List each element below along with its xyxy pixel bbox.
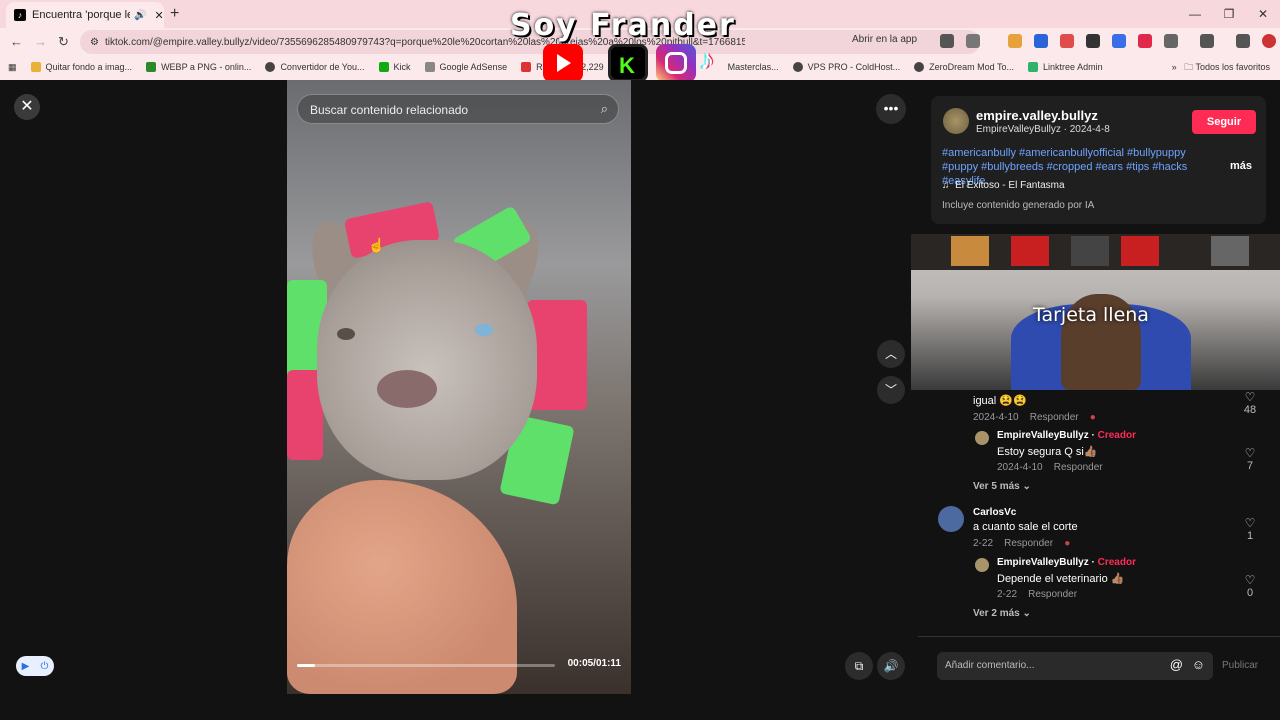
follow-button[interactable]: Seguir	[1192, 110, 1256, 134]
divider	[918, 636, 1280, 637]
reply-button[interactable]: Responder	[1054, 462, 1103, 473]
bookmark-item[interactable]: Quitar fondo a imag...	[30, 62, 132, 72]
star-icon[interactable]	[966, 34, 980, 48]
like-button[interactable]: ♡ 0	[1240, 573, 1260, 599]
more-link[interactable]: más	[1230, 160, 1252, 172]
volume-icon[interactable]: 🔊	[877, 652, 905, 680]
bookmark-item[interactable]: Convertidor de You...	[265, 62, 365, 72]
apps-grid-icon[interactable]: ▦	[8, 62, 17, 73]
post-subline: EmpireValleyBullyz · 2024-4-8	[976, 124, 1110, 135]
reply-button[interactable]: Responder	[1030, 412, 1079, 423]
power-icon: ⏻	[40, 660, 49, 672]
previous-video-icon[interactable]: ︿	[877, 340, 905, 368]
video-time: 00:05/01:11	[567, 658, 621, 669]
bookmark-item[interactable]: WEBP a PNG - onlin...	[146, 62, 251, 72]
instagram-logo-icon	[656, 44, 696, 82]
extension-icons: ⋮	[940, 34, 1280, 48]
window-close-icon[interactable]: ✕	[1246, 0, 1280, 28]
extension-icon[interactable]	[1008, 34, 1022, 48]
close-icon[interactable]: ✕	[14, 94, 40, 120]
webcam-overlay: Tarjeta llena	[911, 234, 1280, 390]
browser-tab[interactable]: ♪ Encuentra 'porque le corta 🔊 ✕	[6, 2, 164, 28]
all-bookmarks-folder[interactable]: » 🗀 Todos los favoritos	[1172, 57, 1270, 77]
forward-icon[interactable]: →	[34, 34, 47, 49]
publish-button[interactable]: Publicar	[1222, 660, 1258, 671]
tab-close-icon[interactable]: ✕	[154, 9, 163, 22]
speaker-icon[interactable]: 🔊	[134, 10, 146, 21]
avatar[interactable]	[975, 558, 989, 572]
video-frame	[377, 370, 437, 408]
more-options-icon[interactable]: •••	[876, 94, 906, 124]
reading-list-icon[interactable]	[1200, 34, 1214, 48]
tiktok-video-page: ✕ Buscar contenido relacionado ⌕ 00:05/0…	[0, 80, 1280, 694]
youtube-logo-icon	[543, 44, 583, 82]
extension-icon[interactable]	[1034, 34, 1048, 48]
extension-icon[interactable]	[1112, 34, 1126, 48]
new-tab-button[interactable]: +	[170, 5, 179, 23]
extension-icon[interactable]	[1138, 34, 1152, 48]
reply-button[interactable]: Responder	[1028, 589, 1077, 600]
extension-icon[interactable]	[1086, 34, 1100, 48]
comments-list: igual 😫😫 2024-4-10 Responder ● ♡ 48 Empir…	[918, 390, 1280, 636]
site-info-icon[interactable]: ⚙	[90, 37, 99, 48]
restore-icon[interactable]: ❐	[1212, 0, 1246, 28]
tiktok-logo-icon: ♪	[700, 44, 714, 75]
bookmark-item[interactable]: Masterclas...	[728, 62, 779, 72]
bookmark-item[interactable]: VPS PRO - ColdHost...	[792, 62, 900, 72]
media-icon[interactable]	[1236, 34, 1250, 48]
view-more-replies[interactable]: Ver 5 más ⌄	[973, 481, 1031, 492]
tiktok-favicon-icon: ♪	[14, 9, 26, 21]
music-info[interactable]: ♫ El Exitoso - El Fantasma	[942, 180, 1065, 191]
bookmark-item[interactable]: ZeroDream Mod To...	[914, 62, 1014, 72]
minimize-icon[interactable]: —	[1178, 0, 1212, 28]
mention-icon[interactable]: @	[1170, 657, 1183, 672]
related-search-input[interactable]: Buscar contenido relacionado ⌕	[297, 94, 619, 124]
bookmark-item[interactable]: Kick	[378, 62, 411, 72]
gift-icon[interactable]: ●	[1090, 412, 1096, 423]
translate-icon[interactable]	[940, 34, 954, 48]
next-video-icon[interactable]: ﹀	[877, 376, 905, 404]
video-player[interactable]: Buscar contenido relacionado ⌕ 00:05/01:…	[287, 80, 631, 694]
kick-logo-icon: K	[608, 44, 648, 82]
search-icon[interactable]: ⌕	[601, 101, 608, 117]
video-progress-fill	[297, 664, 316, 667]
ai-notice: Incluye contenido generado por IA	[942, 200, 1095, 211]
like-button[interactable]: ♡ 48	[1240, 390, 1260, 416]
reply-button[interactable]: Responder	[1004, 538, 1053, 549]
play-icon: ▶	[21, 660, 30, 672]
comment-input[interactable]: Añadir comentario... @ ☺	[937, 652, 1213, 680]
video-frame	[317, 240, 537, 480]
avatar[interactable]	[943, 108, 969, 134]
like-button[interactable]: ♡ 7	[1240, 446, 1260, 472]
emoji-icon[interactable]: ☺	[1192, 657, 1205, 672]
open-in-app-button[interactable]: Abrir en la app	[852, 34, 917, 45]
profile-avatar[interactable]	[1262, 34, 1276, 48]
video-progress-bar[interactable]	[297, 664, 555, 667]
view-more-replies[interactable]: Ver 2 más ⌄	[973, 608, 1031, 619]
back-icon[interactable]: ←	[10, 34, 23, 49]
gift-icon[interactable]: ●	[1064, 538, 1070, 549]
avatar[interactable]	[975, 431, 989, 445]
post-info-card: empire.valley.bullyz EmpireValleyBullyz …	[931, 96, 1266, 224]
extension-badge[interactable]: ▶ ⏻	[16, 656, 54, 676]
video-frame	[475, 324, 493, 336]
like-button[interactable]: ♡ 1	[1240, 516, 1260, 542]
webcam-caption: Tarjeta llena	[1033, 304, 1149, 326]
avatar[interactable]	[938, 506, 964, 532]
pip-icon[interactable]: ⧉	[845, 652, 873, 680]
puzzle-icon[interactable]	[1164, 34, 1178, 48]
tab-title: Encuentra 'porque le corta	[32, 9, 130, 21]
streamer-title: Soy Frander	[510, 8, 736, 43]
reload-icon[interactable]: ↻	[58, 34, 69, 50]
extension-icon[interactable]	[1060, 34, 1074, 48]
video-frame	[287, 480, 517, 694]
video-frame	[337, 328, 355, 340]
bookmark-item[interactable]: Google AdSense	[424, 62, 507, 72]
mouse-cursor-icon: ☝	[368, 237, 386, 253]
username[interactable]: empire.valley.bullyz	[976, 108, 1098, 123]
window-controls: — ❐ ✕	[1178, 0, 1280, 28]
bookmark-item[interactable]: Linktree Admin	[1028, 62, 1103, 72]
